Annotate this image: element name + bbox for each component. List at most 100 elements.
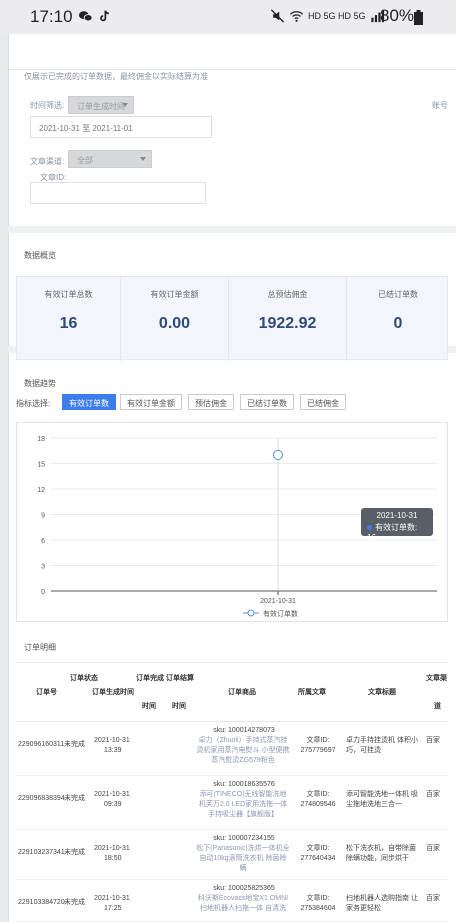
created-date-cell: 2021-10-31 bbox=[94, 895, 130, 902]
order-no-cell: 229103384720 bbox=[18, 899, 65, 906]
created-time-cell: 17:25 bbox=[104, 905, 122, 912]
product-cell: 添可(TINECO)无线智能洗地机芙万2.0 LED家用洗拖一体手持吸尘器【旗舰… bbox=[198, 791, 288, 818]
y-tick-label: 0 bbox=[41, 589, 45, 596]
mute-icon bbox=[270, 9, 285, 23]
created-date-cell: 2021-10-31 bbox=[94, 791, 130, 798]
header-completed-time: 时间 bbox=[142, 703, 156, 710]
metric-settled-orders-button[interactable]: 已结订单数 bbox=[240, 394, 294, 410]
status-cell: 未完成 bbox=[64, 899, 85, 906]
y-tick-label: 3 bbox=[41, 564, 45, 571]
article-title-cell: 松下洗衣机，自带除菌除螨功能，同步烘干 bbox=[346, 845, 416, 862]
stat-label: 有效订单总数 bbox=[44, 290, 93, 299]
status-cell: 未完成 bbox=[64, 795, 85, 802]
header-article: 所属文章 bbox=[298, 689, 326, 696]
table-row: 229103384720 未完成 2021-10-31 17:25 sku: 10002… bbox=[16, 880, 448, 922]
order-no-cell: 229096160311 bbox=[18, 741, 65, 748]
time-filter-label: 时间筛选: bbox=[30, 101, 65, 110]
stat-value: 0.00 bbox=[158, 315, 191, 332]
sku-cell: sku: 100025825365 bbox=[213, 885, 275, 892]
tooltip-value: 有效订单数: 16 bbox=[367, 523, 418, 542]
overview-title: 数据概览 bbox=[24, 251, 56, 260]
source-filter-select[interactable]: 全部 bbox=[68, 150, 152, 168]
stat-value: 1922.92 bbox=[258, 315, 317, 332]
source-filter-value: 全部 bbox=[77, 156, 93, 165]
article-title-cell: 添可智能洗地一体机 吸尘拖地洗地三合一 bbox=[346, 791, 418, 808]
wifi-icon bbox=[289, 11, 304, 22]
chevron-down-icon bbox=[122, 103, 128, 107]
header-product: 订单商品 bbox=[228, 689, 256, 696]
stats-panel: 有效订单总数 16 有效订单金额 0.00 总预估佣金 1922.92 已结订单… bbox=[16, 276, 449, 361]
left-rule bbox=[8, 34, 9, 922]
trend-title: 数据趋势 bbox=[24, 379, 56, 388]
status-bar: 17:10 HD 5G HD 5G 80% bbox=[0, 0, 456, 34]
sku-cell: sku: 100007234155 bbox=[213, 835, 275, 842]
battery-icon bbox=[414, 10, 423, 25]
time-filter-value: 订单生成时间 bbox=[77, 102, 125, 111]
created-date-cell: 2021-10-31 bbox=[94, 737, 130, 744]
stat-settled-orders: 已结订单数 0 bbox=[347, 277, 449, 361]
header-channel: 文章渠 bbox=[426, 675, 447, 682]
table-row: 229096838394 未完成 2021-10-31 09:39 sku: 10001… bbox=[16, 776, 448, 830]
header-created: 订单生成时间 bbox=[92, 689, 134, 696]
status-cell: 未完成 bbox=[64, 741, 85, 748]
header-settled: 订单结算 bbox=[166, 675, 194, 682]
article-id-input[interactable] bbox=[30, 182, 206, 204]
stat-estimated-commission: 总预估佣金 1922.92 bbox=[229, 277, 347, 361]
channel-cell: 百家 bbox=[426, 791, 440, 798]
metric-valid-orders-button[interactable]: 有效订单数 bbox=[62, 394, 116, 410]
sku-cell: sku: 100018635576 bbox=[213, 781, 275, 788]
header-article-title: 文章标题 bbox=[368, 689, 396, 696]
header-settled-time: 时间 bbox=[172, 703, 186, 710]
tiktok-icon bbox=[100, 10, 109, 22]
status-cell: 未完成 bbox=[64, 849, 85, 856]
table-row: 229096160311 未完成 2021-10-31 13:39 sku: 10001… bbox=[16, 722, 448, 776]
metric-estimated-commission-button[interactable]: 预估佣金 bbox=[188, 394, 234, 410]
date-range-input[interactable]: 2021-10-31 至 2021-11-01 bbox=[30, 116, 212, 138]
chevron-down-icon bbox=[140, 157, 146, 161]
tooltip-date: 2021-10-31 bbox=[376, 511, 418, 520]
header-order-status: 订单状态 bbox=[70, 675, 98, 682]
channel-cell: 百家 bbox=[426, 737, 440, 744]
y-tick-label: 15 bbox=[37, 462, 45, 469]
orders-table-header: 订单状态 订单号 订单生成时间 订单完成 时间 订单结算 时间 订单商品 所属文… bbox=[16, 662, 448, 722]
stat-value: 16 bbox=[59, 315, 78, 332]
article-id-cell: 文章ID: 275384604 bbox=[300, 895, 336, 912]
channel-cell: 百家 bbox=[426, 845, 440, 852]
product-cell: 卓力（Zhuoli）手持式蒸汽挂烫机家用蒸汽电熨斗 小型便携蒸汽熨烫ZG579粉… bbox=[196, 737, 290, 764]
header-channel-2: 道 bbox=[434, 703, 441, 710]
metric-valid-amount-button[interactable]: 有效订单金额 bbox=[120, 394, 182, 410]
order-no-cell: 229096838394 bbox=[18, 795, 65, 802]
x-tick-label: 2021-10-31 bbox=[260, 598, 296, 605]
section-divider bbox=[8, 226, 456, 233]
channel-cell: 百家 bbox=[426, 895, 440, 902]
table-row: 229103237341 未完成 2021-10-31 18:50 sku: 10000… bbox=[16, 830, 448, 880]
stat-valid-amount: 有效订单金额 0.00 bbox=[121, 277, 229, 361]
data-point bbox=[273, 450, 283, 460]
header-order-no: 订单号 bbox=[36, 689, 57, 696]
time-filter-select[interactable]: 订单生成时间 bbox=[68, 96, 134, 114]
data-note: 仅展示已完成的订单数据，最终佣金以实际结算为准 bbox=[24, 72, 208, 81]
y-tick-label: 6 bbox=[41, 538, 45, 545]
product-cell: 松下(Panasonic)洗烘一体机全自动10kg滚筒洗衣机 除菌除螨 bbox=[196, 845, 290, 872]
order-details-title: 订单明细 bbox=[24, 643, 56, 652]
y-tick-label: 12 bbox=[37, 487, 45, 494]
article-title-cell: 扫地机器人选购指南 让家务更轻松 bbox=[346, 895, 418, 912]
article-id-cell: 文章ID: 277640434 bbox=[300, 845, 336, 862]
legend-marker bbox=[247, 609, 255, 617]
product-cell: 科沃斯Ecovacs地宝X1 OMNI扫地机器人扫拖一体 自清洗 bbox=[197, 895, 289, 912]
top-strip bbox=[8, 34, 456, 70]
article-title-cell: 卓力手持挂烫机 体积小巧，可挂烫 bbox=[346, 737, 418, 754]
created-time-cell: 09:39 bbox=[104, 801, 122, 808]
order-no-cell: 229103237341 bbox=[18, 849, 65, 856]
status-time: 17:10 bbox=[30, 7, 73, 26]
metric-settled-commission-button[interactable]: 已结佣金 bbox=[300, 394, 346, 410]
account-label: 账号 bbox=[432, 101, 448, 110]
created-time-cell: 13:39 bbox=[104, 747, 122, 754]
stat-valid-orders: 有效订单总数 16 bbox=[17, 277, 121, 361]
article-id-cell: 文章ID: 274809546 bbox=[300, 791, 336, 808]
created-date-cell: 2021-10-31 bbox=[94, 845, 130, 852]
stat-value: 0 bbox=[393, 315, 403, 332]
header-completed: 订单完成 bbox=[136, 675, 164, 682]
wechat-icon bbox=[78, 11, 93, 22]
stat-label: 总预估佣金 bbox=[267, 290, 308, 299]
